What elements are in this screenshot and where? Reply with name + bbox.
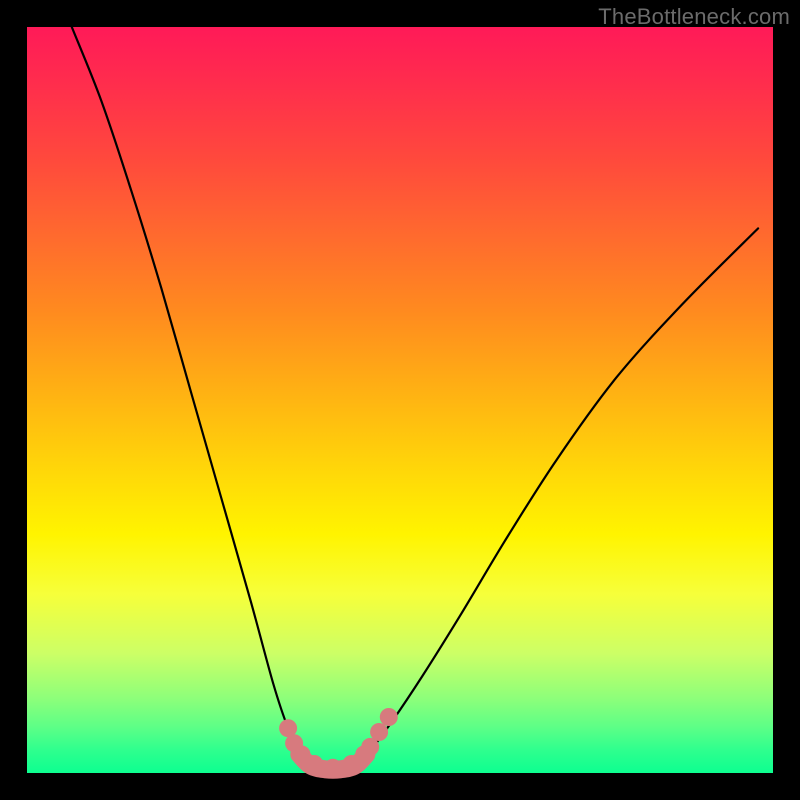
data-marker <box>380 708 398 726</box>
chart-frame: TheBottleneck.com <box>0 0 800 800</box>
plot-area <box>27 27 773 773</box>
right-curve <box>355 228 758 765</box>
watermark-text: TheBottleneck.com <box>598 4 790 30</box>
data-marker <box>305 755 323 773</box>
curves-group <box>72 27 758 770</box>
data-marker <box>370 723 388 741</box>
left-curve <box>72 27 311 766</box>
chart-svg <box>27 27 773 773</box>
data-marker <box>324 759 342 777</box>
markers-group <box>279 708 398 777</box>
